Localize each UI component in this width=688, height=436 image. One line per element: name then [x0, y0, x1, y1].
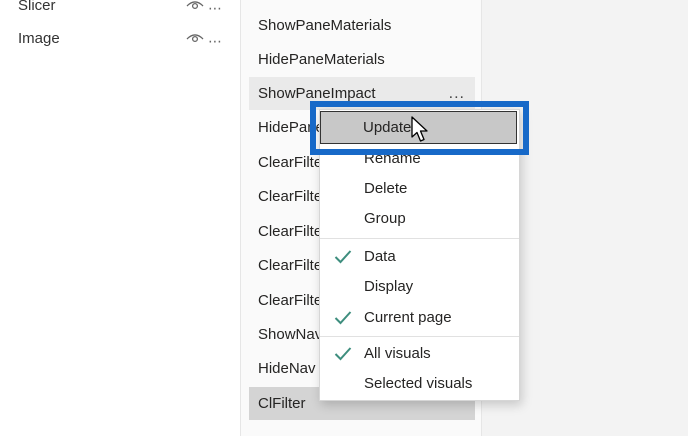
checkmark-icon [334, 250, 352, 264]
bookmark-label: ShowNav [258, 326, 323, 343]
menu-item-label: Data [364, 248, 396, 265]
menu-item-label: Rename [364, 150, 421, 167]
menu-item-rename[interactable]: Rename [320, 144, 519, 174]
menu-item-label: All visuals [364, 345, 431, 362]
bookmark-item[interactable]: ShowPaneImpact ... [249, 77, 475, 110]
more-options-icon[interactable]: ⋯ [208, 29, 223, 53]
bookmark-label: ClearFilter [258, 257, 328, 274]
visibility-controls: ⋯ [186, 0, 230, 16]
selection-pane: Slicer ⋯ Image ⋯ [0, 0, 241, 436]
menu-item-label: Current page [364, 309, 452, 326]
menu-separator [320, 336, 519, 337]
checkmark-icon [334, 347, 352, 361]
visibility-controls: ⋯ [186, 29, 230, 49]
bookmark-label: ClearFilter [258, 292, 328, 309]
bookmark-label: ShowPaneMaterials [258, 17, 392, 34]
bookmark-label: HidePaneMaterials [258, 51, 385, 68]
checkmark-icon [334, 311, 352, 325]
bookmark-label: HideNav [258, 360, 316, 377]
menu-item-label: Group [364, 210, 406, 227]
menu-item-data[interactable]: Data [320, 242, 519, 272]
menu-item-label: Selected visuals [364, 375, 473, 392]
eye-icon[interactable] [186, 0, 204, 11]
menu-item-label: Update [363, 119, 412, 136]
menu-item-delete[interactable]: Delete [320, 174, 519, 204]
bookmark-label: ClearFilter [258, 188, 328, 205]
bookmark-label: ShowPaneImpact [258, 85, 376, 102]
menu-item-label: Display [364, 278, 414, 295]
selection-item-slicer[interactable]: Slicer ⋯ [18, 0, 233, 18]
menu-item-selected-visuals[interactable]: Selected visuals [320, 369, 519, 399]
bookmark-label: ClearFilter [258, 154, 328, 171]
bookmark-context-menu: Rename Delete Group Data Display Current… [319, 109, 520, 401]
menu-separator [320, 238, 519, 239]
menu-item-update[interactable]: Update [320, 111, 517, 144]
bookmark-label: ClFilter [258, 395, 306, 412]
menu-item-all-visuals[interactable]: All visuals [320, 339, 519, 369]
menu-item-current-page[interactable]: Current page [320, 303, 519, 333]
bookmark-item[interactable]: HidePaneMaterials [249, 43, 475, 76]
menu-item-display[interactable]: Display [320, 272, 519, 302]
bookmark-item[interactable]: ShowPaneMaterials [249, 9, 475, 42]
more-options-icon[interactable]: ⋯ [208, 0, 223, 20]
menu-item-group[interactable]: Group [320, 204, 519, 234]
more-options-icon[interactable]: ... [449, 77, 465, 110]
selection-item-label: Slicer [18, 0, 56, 14]
eye-icon[interactable] [186, 32, 204, 44]
bookmark-label: ClearFilter [258, 223, 328, 240]
selection-item-label: Image [18, 30, 60, 47]
menu-item-label: Delete [364, 180, 408, 197]
selection-item-image[interactable]: Image ⋯ [18, 27, 233, 51]
